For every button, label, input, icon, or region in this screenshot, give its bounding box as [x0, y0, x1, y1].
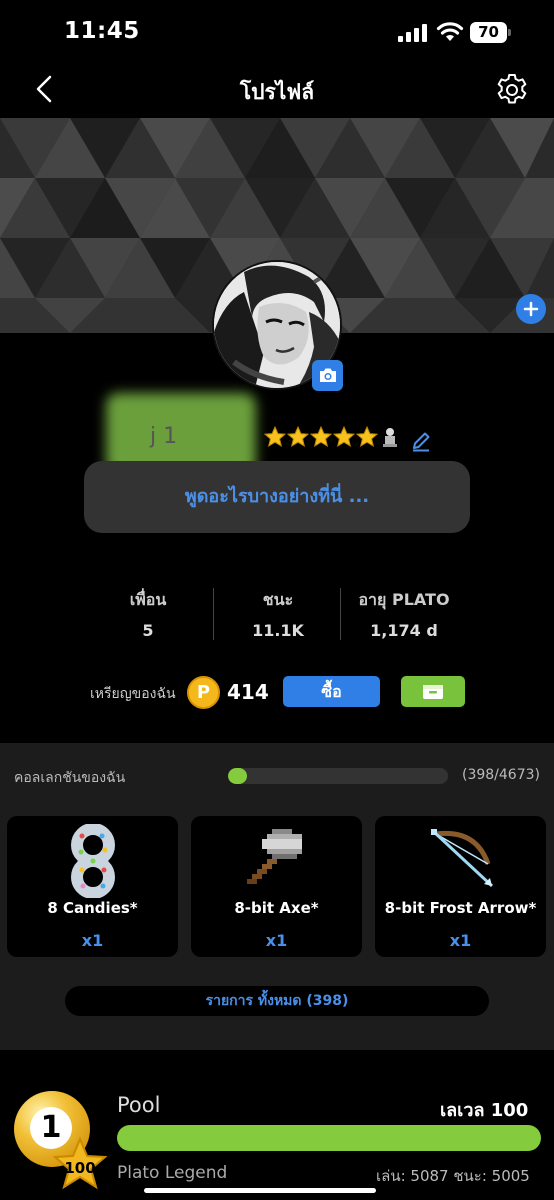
collection-count: (398/4673) — [462, 767, 540, 783]
star-icon — [310, 426, 332, 448]
edit-pencil-icon[interactable] — [410, 430, 432, 452]
coins-value: 414 — [227, 680, 269, 704]
stat-wins: ชนะ 11.1K — [226, 588, 330, 640]
collection-section: คอลเลกชันของฉัน (398/4673) 8 Candies* x1 — [0, 743, 554, 1050]
pixel-axe-icon — [246, 829, 302, 884]
statue-icon — [383, 428, 397, 447]
collection-item-qty: x1 — [81, 931, 104, 950]
bio-placeholder: พูดอะไรบางอย่างที่นี่ ... — [184, 486, 370, 507]
game-rank: Plato Legend — [117, 1163, 228, 1183]
collection-item-card[interactable]: 8-bit Frost Arrow* x1 — [375, 816, 546, 957]
star-icon — [356, 426, 378, 448]
plus-icon — [523, 301, 539, 317]
battery-level: 70 — [470, 22, 507, 43]
divider — [340, 588, 341, 640]
level-progress-bar — [117, 1125, 541, 1151]
stat-label: อายุ PLATO — [358, 590, 450, 609]
collection-item-name: 8-bit Frost Arrow* — [384, 899, 537, 917]
level-badge-text: 100 — [64, 1159, 95, 1177]
wallet-button[interactable] — [401, 676, 465, 707]
collection-progress-bar — [228, 768, 448, 784]
collection-item-qty: x1 — [449, 931, 472, 950]
status-time: 11:45 — [64, 18, 140, 44]
level-star-badge-icon: 100 — [52, 1137, 108, 1190]
buy-button[interactable]: ซื้อ — [283, 676, 380, 707]
stat-label: เพื่อน — [129, 590, 167, 609]
cellular-signal-icon — [398, 24, 428, 42]
stat-friends[interactable]: เพื่อน 5 — [98, 588, 198, 640]
candy-ring-icon — [70, 824, 115, 898]
game-row-pool[interactable]: 1 100 Pool เลเวล 100 Plato Legend เล่น: … — [0, 1085, 554, 1200]
camera-icon — [319, 368, 336, 382]
status-bar: 11:45 70 — [0, 0, 554, 64]
star-icon — [333, 426, 355, 448]
collection-item-card[interactable]: 8 Candies* x1 — [7, 816, 178, 957]
wallet-icon — [423, 684, 443, 699]
stat-plato-age: อายุ PLATO 1,174 d — [344, 588, 464, 640]
page-title: โปรไฟล์ — [239, 80, 315, 104]
wifi-icon — [436, 22, 464, 41]
collection-progress-fill — [228, 768, 247, 784]
game-plays-wins: เล่น: 5087 ชนะ: 5005 — [376, 1167, 530, 1185]
game-name: Pool — [117, 1093, 161, 1117]
collection-item-qty: x1 — [265, 931, 288, 950]
star-rating — [264, 426, 401, 448]
gear-icon[interactable] — [494, 72, 530, 108]
battery-icon: 70 — [470, 22, 512, 43]
collection-item-image — [191, 824, 362, 894]
stat-value: 1,174 d — [370, 621, 438, 640]
all-items-button[interactable]: รายการ ทั้งหมด (398) — [65, 986, 489, 1016]
add-cover-button[interactable] — [516, 294, 546, 324]
star-icon — [287, 426, 309, 448]
collection-item-name: 8-bit Axe* — [234, 899, 319, 917]
stat-value: 11.1K — [252, 621, 304, 640]
pixel-bow-icon — [430, 829, 493, 888]
collection-item-card[interactable]: 8-bit Axe* x1 — [191, 816, 362, 957]
change-avatar-button[interactable] — [312, 360, 343, 391]
star-icon — [264, 426, 286, 448]
nav-bar: โปรไฟล์ — [0, 64, 554, 118]
plato-coin-icon: P — [187, 676, 220, 709]
divider — [213, 588, 214, 640]
bio-input[interactable]: พูดอะไรบางอย่างที่นี่ ... — [84, 461, 470, 533]
home-indicator — [144, 1188, 376, 1193]
username: j 1 — [150, 424, 178, 449]
coins-label: เหรียญของฉัน — [90, 686, 176, 702]
collection-item-name: 8 Candies* — [47, 899, 138, 917]
collection-item-image — [7, 824, 178, 898]
stats-row: เพื่อน 5 ชนะ 11.1K อายุ PLATO 1,174 d — [0, 588, 554, 642]
game-level: เลเวล 100 — [440, 1100, 529, 1121]
collection-title: คอลเลกชันของฉัน — [14, 770, 126, 786]
collection-item-image — [375, 824, 546, 894]
stat-label: ชนะ — [262, 590, 294, 609]
stat-value: 5 — [142, 621, 154, 640]
